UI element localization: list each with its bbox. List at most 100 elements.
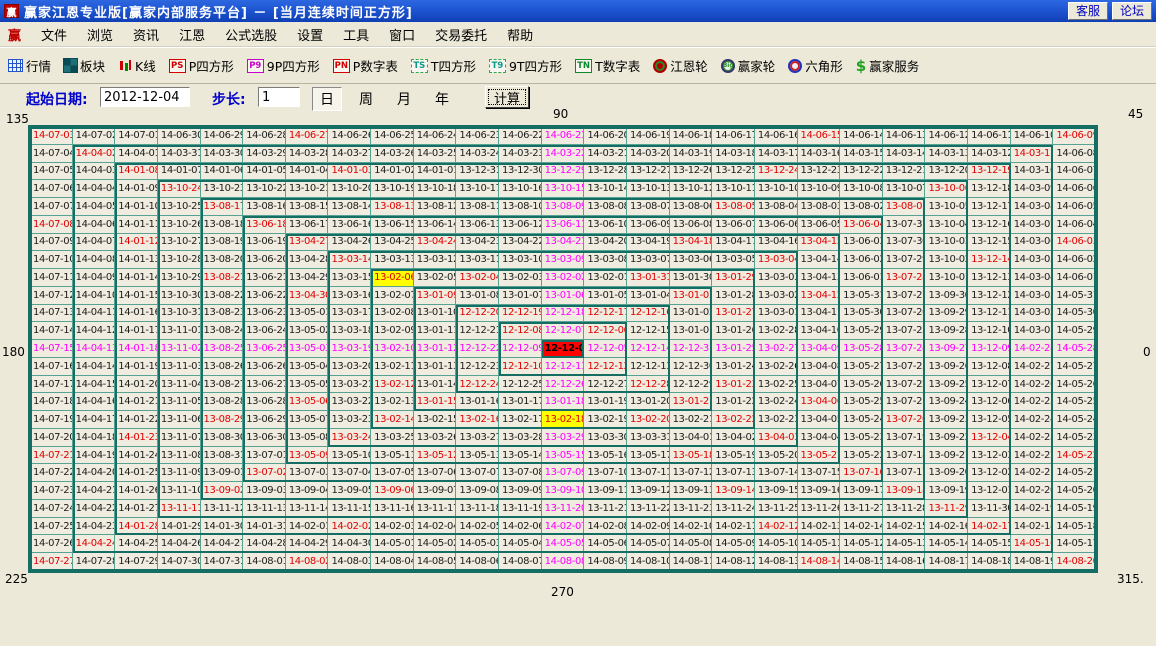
date-cell[interactable]: 13-01-26 (712, 322, 755, 341)
date-cell[interactable]: 14-03-27 (328, 144, 372, 163)
date-cell[interactable]: 13-10-04 (925, 215, 969, 234)
date-cell[interactable]: 13-06-27 (243, 375, 286, 394)
date-cell[interactable]: 14-06-10 (1010, 127, 1054, 145)
date-cell[interactable]: 13-11-07 (157, 428, 201, 447)
toolbar-t-table[interactable]: TN T数字表 (575, 56, 640, 75)
date-cell[interactable]: 13-12-05 (968, 411, 1011, 429)
date-cell[interactable]: 14-03-07 (1010, 215, 1054, 234)
date-cell[interactable]: 14-05-01 (371, 535, 414, 554)
date-cell[interactable]: 13-12-01 (968, 482, 1011, 500)
date-cell[interactable]: 13-03-12 (413, 251, 457, 270)
date-cell[interactable]: 14-02-06 (499, 517, 542, 536)
date-cell[interactable]: 13-06-16 (328, 215, 372, 234)
date-cell[interactable]: 13-02-08 (371, 304, 414, 323)
date-cell[interactable]: 13-11-20 (541, 499, 585, 518)
date-cell[interactable]: 14-04-15 (72, 375, 116, 394)
date-cell[interactable]: 13-11-14 (285, 499, 329, 518)
date-cell[interactable]: 13-07-27 (882, 286, 926, 305)
date-cell[interactable]: 14-05-06 (584, 535, 627, 554)
date-cell[interactable]: 13-03-18 (328, 322, 372, 341)
date-cell[interactable]: 13-12-08 (968, 357, 1011, 376)
date-cell[interactable]: 14-08-02 (285, 553, 329, 571)
date-cell[interactable]: 13-10-03 (925, 233, 969, 252)
date-cell[interactable]: 13-05-30 (840, 304, 883, 323)
date-cell[interactable]: 12-12-16 (626, 304, 670, 323)
date-cell[interactable]: 13-02-21 (669, 411, 713, 429)
date-cell[interactable]: 13-05-20 (754, 446, 798, 465)
date-cell[interactable]: 14-03-04 (1010, 269, 1054, 287)
date-cell[interactable]: 13-06-03 (840, 233, 883, 252)
date-cell[interactable]: 14-04-08 (72, 251, 116, 270)
date-cell[interactable]: 13-02-23 (754, 411, 798, 429)
date-cell[interactable]: 13-02-13 (371, 393, 414, 412)
date-cell[interactable]: 14-08-14 (797, 553, 841, 571)
date-cell[interactable]: 14-04-07 (72, 233, 116, 252)
date-cell[interactable]: 13-01-27 (712, 304, 755, 323)
date-cell[interactable]: 13-01-13 (413, 357, 457, 376)
date-cell[interactable]: 14-01-22 (115, 411, 158, 429)
date-cell[interactable]: 13-12-19 (968, 162, 1011, 181)
date-cell[interactable]: 14-04-29 (285, 535, 329, 554)
date-cell[interactable]: 12-12-19 (499, 304, 542, 323)
date-cell[interactable]: 14-05-02 (413, 535, 457, 554)
date-cell[interactable]: 13-08-08 (584, 198, 627, 216)
calculate-button[interactable]: 计算 (485, 86, 529, 108)
date-cell[interactable]: 13-08-29 (200, 411, 244, 429)
date-cell[interactable]: 14-04-19 (72, 446, 116, 465)
date-cell[interactable]: 12-12-06 (584, 322, 627, 341)
date-cell[interactable]: 13-09-25 (925, 375, 969, 394)
date-cell[interactable]: 14-03-21 (584, 144, 627, 163)
date-cell[interactable]: 13-10-02 (925, 251, 969, 270)
date-cell[interactable]: 14-03-08 (1010, 198, 1054, 216)
date-cell[interactable]: 13-04-02 (712, 428, 755, 447)
period-day[interactable]: 日 (312, 87, 342, 111)
date-cell[interactable]: 13-02-10 (371, 340, 414, 358)
date-cell[interactable]: 14-05-24 (1053, 411, 1096, 429)
date-cell[interactable]: 13-12-25 (712, 162, 755, 181)
date-cell[interactable]: 14-01-05 (243, 162, 286, 181)
date-cell[interactable]: 13-10-10 (754, 180, 798, 199)
date-cell[interactable]: 13-01-11 (413, 322, 457, 341)
date-cell[interactable]: 14-07-21 (30, 446, 73, 465)
toolbar-9t-square[interactable]: T9 9T四方形 (488, 56, 562, 75)
date-cell[interactable]: 12-12-05 (584, 340, 627, 358)
date-cell[interactable]: 13-07-26 (882, 304, 926, 323)
date-cell[interactable]: 13-02-01 (584, 269, 627, 287)
date-cell[interactable]: 13-10-21 (285, 180, 329, 199)
date-cell[interactable]: 13-03-02 (754, 286, 798, 305)
date-cell[interactable]: 14-06-24 (413, 127, 457, 145)
date-cell[interactable]: 13-07-17 (882, 464, 926, 483)
step-input[interactable] (258, 87, 300, 107)
date-cell[interactable]: 13-06-21 (243, 269, 286, 287)
date-cell[interactable]: 13-06-24 (243, 322, 286, 341)
date-cell[interactable]: 13-05-18 (669, 446, 713, 465)
date-cell[interactable]: 13-05-01 (285, 304, 329, 323)
date-cell[interactable]: 13-06-11 (541, 215, 585, 234)
date-cell[interactable]: 13-03-07 (626, 251, 670, 270)
date-cell[interactable]: 13-07-02 (243, 464, 286, 483)
date-cell[interactable]: 13-08-14 (328, 198, 372, 216)
date-cell[interactable]: 13-01-30 (669, 269, 713, 287)
date-cell[interactable]: 13-01-31 (626, 269, 670, 287)
date-cell[interactable]: 13-03-22 (328, 393, 372, 412)
date-cell[interactable]: 13-04-17 (712, 233, 755, 252)
date-cell[interactable]: 13-05-16 (584, 446, 627, 465)
date-cell[interactable]: 14-08-11 (669, 553, 713, 571)
date-cell[interactable]: 14-03-12 (968, 144, 1011, 163)
date-cell[interactable]: 13-01-17 (499, 393, 542, 412)
date-cell[interactable]: 13-11-21 (584, 499, 627, 518)
date-cell[interactable]: 14-07-31 (200, 553, 244, 571)
date-cell[interactable]: 14-07-17 (30, 375, 73, 394)
date-cell[interactable]: 13-01-28 (712, 286, 755, 305)
date-cell[interactable]: 13-08-07 (626, 198, 670, 216)
date-cell[interactable]: 12-12-12 (584, 357, 627, 376)
date-cell[interactable]: 13-01-24 (712, 357, 755, 376)
date-cell[interactable]: 14-05-12 (840, 535, 883, 554)
customer-service-button[interactable]: 客服 (1067, 2, 1108, 20)
date-cell[interactable]: 13-07-10 (584, 464, 627, 483)
date-cell[interactable]: 14-05-04 (499, 535, 542, 554)
date-cell[interactable]: 13-04-30 (285, 286, 329, 305)
date-cell[interactable]: 13-04-19 (626, 233, 670, 252)
date-cell[interactable]: 13-09-28 (925, 322, 969, 341)
date-cell[interactable]: 13-05-24 (840, 411, 883, 429)
